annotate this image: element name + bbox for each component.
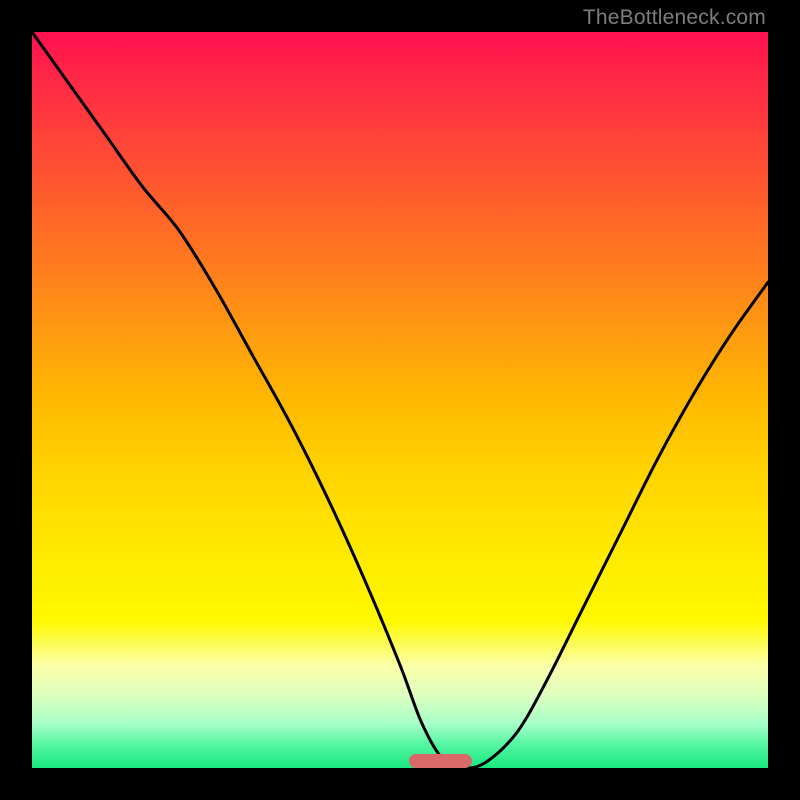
attribution-text: TheBottleneck.com: [583, 6, 766, 30]
optimal-range-marker: [409, 754, 472, 768]
curve-path: [32, 32, 768, 768]
bottleneck-curve: [32, 32, 768, 768]
chart-frame: [32, 32, 768, 768]
